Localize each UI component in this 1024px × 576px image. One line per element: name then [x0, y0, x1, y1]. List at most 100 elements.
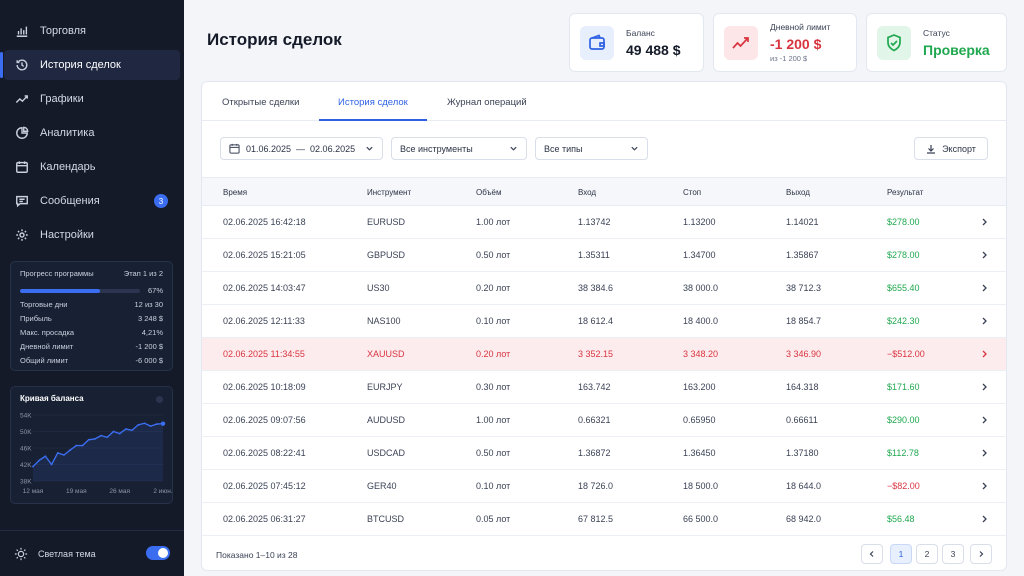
column-header-entry[interactable]: Вход: [578, 188, 596, 197]
chevron-right-icon[interactable]: [980, 448, 989, 458]
cell-time: 02.06.2025 12:11:33: [223, 316, 305, 326]
x-tick-label: 12 мая: [23, 488, 44, 495]
stat-value: 4,21%: [141, 328, 163, 337]
chevron-right-icon[interactable]: [980, 250, 989, 260]
instrument-select-value: Все инструменты: [400, 143, 473, 154]
tab-open-trades[interactable]: Открытые сделки: [222, 97, 299, 108]
stat-value: -6 000 $: [135, 356, 163, 365]
cell-instrument: XAUUSD: [367, 349, 405, 359]
x-tick-label: 2 июн.: [153, 488, 173, 495]
cell-volume: 1.00 лот: [476, 217, 511, 227]
cell-time: 02.06.2025 07:45:12: [223, 481, 306, 491]
cell-time: 02.06.2025 15:21:05: [223, 250, 306, 260]
sidebar-item-analytics[interactable]: Аналитика: [4, 118, 180, 148]
data-point: [124, 428, 127, 430]
sidebar-item-charts[interactable]: Графики: [4, 84, 180, 114]
table-row[interactable]: 02.06.2025 09:07:56 AUDUSD 1.00 лот 0.66321…: [202, 404, 1006, 437]
table-row[interactable]: 02.06.2025 16:42:18 EURUSD 1.00 лот 1.13742…: [202, 206, 1006, 239]
tab-operations-log[interactable]: Журнал операций: [447, 97, 527, 108]
data-point: [81, 444, 84, 447]
cell-result: $171.60: [887, 382, 920, 392]
page-3-button[interactable]: 3: [942, 544, 964, 564]
instrument-select[interactable]: Все инструменты: [391, 137, 527, 160]
progress-stat-row: Торговые дни 12 из 30: [20, 300, 163, 309]
export-button[interactable]: Экспорт: [914, 137, 988, 160]
date-range-picker[interactable]: 01.06.2025 — 02.06.2025: [220, 137, 383, 160]
info-icon[interactable]: [156, 396, 163, 403]
next-page-button[interactable]: [970, 544, 992, 564]
data-point: [87, 438, 90, 441]
table-row[interactable]: 02.06.2025 10:18:09 EURJPY 0.30 лот 163.742…: [202, 371, 1006, 404]
column-header-volume[interactable]: Объём: [476, 188, 502, 197]
sidebar-item-trade-history[interactable]: История сделок: [0, 50, 180, 80]
y-tick-label: 50K: [20, 429, 32, 436]
sidebar-item-trading[interactable]: Торговля: [4, 16, 180, 46]
date-range-value: 01.06.2025 — 02.06.2025: [246, 143, 356, 154]
column-header-stop[interactable]: Стоп: [683, 188, 701, 197]
cell-instrument: GER40: [367, 481, 397, 491]
page-1-button[interactable]: 1: [890, 544, 912, 564]
column-header-exit[interactable]: Выход: [786, 188, 810, 197]
table-row[interactable]: 02.06.2025 11:34:55 XAUUSD 0.20 лот 3 352.1…: [202, 338, 1006, 371]
table-row[interactable]: 02.06.2025 15:21:05 GBPUSD 0.50 лот 1.35311…: [202, 239, 1006, 272]
chevron-right-icon[interactable]: [980, 382, 989, 392]
sidebar-item-calendar[interactable]: Календарь: [4, 152, 180, 182]
sidebar-item-settings[interactable]: Настройки: [4, 220, 180, 250]
cell-result: −$512.00: [887, 349, 925, 359]
export-label: Экспорт: [942, 143, 976, 154]
chevron-right-icon[interactable]: [980, 349, 989, 359]
y-tick-label: 46K: [20, 446, 32, 453]
table-row[interactable]: 02.06.2025 07:45:12 GER40 0.10 лот 18 726.0…: [202, 470, 1006, 503]
history-icon: [14, 57, 30, 73]
table-row[interactable]: 02.06.2025 06:31:27 BTCUSD 0.05 лот 67 812.…: [202, 503, 1006, 536]
cell-exit: 18 854.7: [786, 316, 822, 326]
download-icon: [927, 144, 936, 154]
cell-instrument: USDCAD: [367, 448, 406, 458]
cell-stop: 18 500.0: [683, 481, 719, 491]
theme-label: Светлая тема: [38, 548, 96, 559]
stat-value: 12 из 30: [134, 300, 163, 309]
tab-trade-history[interactable]: История сделок: [338, 97, 408, 108]
chevron-right-icon[interactable]: [980, 415, 989, 425]
data-point: [143, 422, 146, 425]
cell-entry: 3 352.15: [578, 349, 614, 359]
stat-label: Дневной лимит: [20, 342, 74, 351]
cell-time: 02.06.2025 08:22:41: [223, 448, 306, 458]
column-header-time[interactable]: Время: [223, 188, 247, 197]
x-tick-label: 26 мая: [109, 488, 130, 495]
cell-volume: 0.10 лот: [476, 316, 511, 326]
cell-time: 02.06.2025 10:18:09: [223, 382, 306, 392]
column-header-result[interactable]: Результат: [887, 188, 923, 197]
progress-stat-row: Общий лимит -6 000 $: [20, 356, 163, 365]
sidebar-item-messages[interactable]: Сообщения 3: [4, 186, 180, 216]
chevron-right-icon[interactable]: [980, 316, 989, 326]
progress-percent: 67%: [147, 286, 163, 295]
progress-bar-fill: [20, 288, 101, 293]
cell-time: 02.06.2025 14:03:47: [223, 283, 306, 293]
type-select[interactable]: Все типы: [535, 137, 648, 160]
column-header-instrument[interactable]: Инструмент: [367, 188, 411, 197]
prev-page-button[interactable]: [861, 544, 883, 564]
cell-entry: 18 726.0: [578, 481, 614, 491]
data-point: [56, 452, 59, 454]
data-point: [32, 465, 34, 468]
table-row[interactable]: 02.06.2025 12:11:33 NAS100 0.10 лот 18 612.…: [202, 305, 1006, 338]
program-progress-panel: Прогресс программы Этап 1 из 2 67% Торго…: [10, 261, 173, 371]
cell-result: −$82.00: [887, 481, 920, 491]
theme-toggle[interactable]: [146, 546, 170, 560]
table-row[interactable]: 02.06.2025 14:03:47 US30 0.20 лот 38 384.6 3…: [202, 272, 1006, 305]
cell-volume: 0.30 лот: [476, 382, 511, 392]
chevron-right-icon[interactable]: [980, 514, 989, 524]
cell-instrument: GBPUSD: [367, 250, 406, 260]
calendar-icon: [14, 159, 30, 175]
chevron-right-icon[interactable]: [980, 283, 989, 293]
chevron-right-icon[interactable]: [980, 481, 989, 491]
cell-time: 02.06.2025 09:07:56: [223, 415, 306, 425]
cell-exit: 18 644.0: [786, 481, 822, 491]
chevron-down-icon: [510, 146, 517, 151]
page-2-button[interactable]: 2: [916, 544, 938, 564]
table-row[interactable]: 02.06.2025 08:22:41 USDCAD 0.50 лот 1.36872…: [202, 437, 1006, 470]
cell-entry: 1.35311: [578, 250, 610, 260]
chevron-right-icon[interactable]: [980, 217, 989, 227]
status-label: Статус: [923, 27, 950, 38]
